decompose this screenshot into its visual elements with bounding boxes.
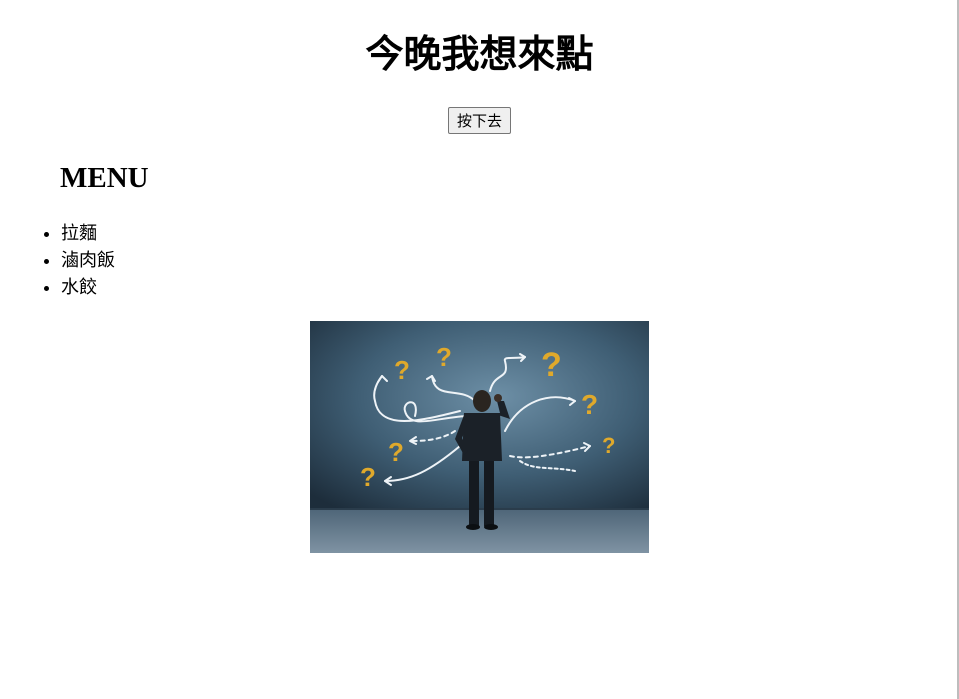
menu-list: 拉麵 滷肉飯 水餃 <box>21 220 115 301</box>
menu-item: 拉麵 <box>61 220 115 247</box>
menu-heading: MENU <box>60 162 149 194</box>
svg-text:?: ? <box>436 342 452 372</box>
button-container: 按下去 <box>0 107 959 134</box>
svg-text:?: ? <box>360 462 376 492</box>
menu-item: 滷肉飯 <box>61 247 115 274</box>
page: 今晚我想來點 按下去 MENU 拉麵 滷肉飯 水餃 <box>0 0 959 699</box>
svg-text:?: ? <box>581 389 598 420</box>
svg-text:?: ? <box>394 355 410 385</box>
svg-text:?: ? <box>541 346 562 384</box>
svg-text:?: ? <box>602 433 615 458</box>
man-with-question-marks-image: ? ? ? ? ? ? ? <box>310 321 649 553</box>
menu-item: 水餃 <box>61 274 115 301</box>
page-title: 今晚我想來點 <box>365 32 594 76</box>
svg-text:?: ? <box>388 437 404 467</box>
press-button[interactable]: 按下去 <box>447 107 511 134</box>
